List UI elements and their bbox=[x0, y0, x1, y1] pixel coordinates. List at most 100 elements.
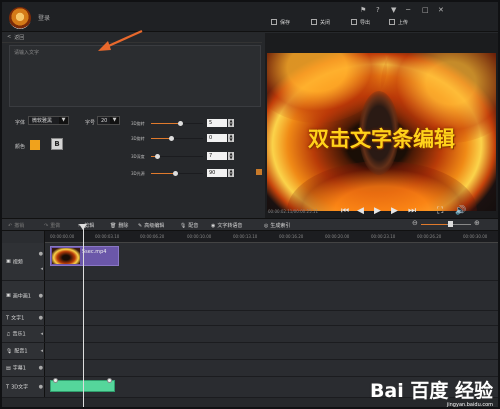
bold-button[interactable]: B bbox=[51, 138, 63, 150]
save-label: 保存 bbox=[280, 19, 291, 26]
track-name: 配音1 bbox=[14, 348, 28, 355]
spin-arrows-icon[interactable]: ▲ ▼ bbox=[228, 169, 234, 177]
slider-thumb[interactable] bbox=[168, 136, 174, 141]
slider-3d-rotate-1[interactable]: 3D旋转 5 ▲ ▼ bbox=[131, 119, 241, 128]
close-project-button[interactable]: 关闭 bbox=[311, 17, 330, 27]
preview-overlay-text: 双击文字条编辑 bbox=[308, 127, 455, 151]
track-subtitle[interactable]: ▤ 字幕1 ● bbox=[2, 360, 498, 377]
volume-icon[interactable]: ◂ bbox=[40, 348, 43, 354]
watermark-url: jingyan.baidu.com bbox=[446, 402, 493, 408]
track-name: 文字1 bbox=[11, 315, 25, 322]
watermark: Bai 百度 经验 bbox=[370, 377, 493, 403]
eye-icon[interactable]: ● bbox=[39, 384, 43, 390]
fullscreen-icon[interactable]: ⛶ bbox=[437, 206, 443, 217]
slider-thumb[interactable] bbox=[172, 171, 178, 176]
volume-icon[interactable]: ◂ bbox=[40, 331, 43, 337]
size-value: 20 bbox=[101, 117, 108, 124]
app-logo bbox=[9, 7, 31, 29]
playhead[interactable] bbox=[83, 224, 84, 407]
font-value: 微软雅黑 bbox=[32, 118, 53, 124]
zoom-thumb[interactable] bbox=[448, 221, 453, 227]
slider-value-input[interactable]: 90 bbox=[207, 169, 227, 177]
ruler-tick: 00:00:03.10 bbox=[95, 234, 120, 239]
track-pip[interactable]: ▣ 画中画1 ● bbox=[2, 281, 498, 311]
size-select[interactable]: 20 ▼ bbox=[97, 116, 120, 125]
baidu-logo-text: Bai 百度 经验 bbox=[369, 380, 493, 402]
zoom-out-icon[interactable]: ⊖ bbox=[412, 219, 418, 227]
minimize-icon[interactable]: ─ bbox=[406, 7, 410, 14]
next-frame-icon[interactable]: ▶ bbox=[391, 206, 398, 217]
text-to-speech-button[interactable]: ◉ 文字转语音 bbox=[211, 221, 242, 230]
speech-icon: ◉ bbox=[211, 222, 216, 229]
spin-arrows-icon[interactable]: ▲ ▼ bbox=[228, 134, 234, 142]
export-label: 导出 bbox=[360, 19, 371, 26]
keyframe-handle[interactable] bbox=[107, 378, 112, 383]
panel-scrollbar[interactable] bbox=[256, 169, 262, 175]
upload-button[interactable]: 上传 bbox=[389, 17, 408, 27]
advanced-edit-button[interactable]: ✎ 高级编辑 bbox=[138, 221, 164, 230]
slider-thumb[interactable] bbox=[155, 154, 161, 159]
help-icon[interactable]: ? bbox=[376, 7, 380, 14]
text-input[interactable]: 请输入文字 bbox=[9, 45, 261, 107]
subtitle-track-icon: ▤ bbox=[6, 365, 11, 371]
login-link[interactable]: 登录 bbox=[38, 13, 50, 22]
3d-text-track-icon: T bbox=[6, 384, 10, 390]
upload-icon bbox=[389, 19, 395, 25]
zoom-slider[interactable]: ⊖ ⊕ bbox=[412, 219, 484, 227]
redo-button[interactable]: ↷ 重做 bbox=[44, 221, 60, 230]
text-editor-panel: < 返回 请输入文字 字体 微软雅黑 ▼ 字号 20 ▼ 颜色 B 3D旋转 5… bbox=[2, 32, 262, 217]
delete-button[interactable]: 🗑 删除 bbox=[110, 221, 128, 230]
maximize-icon[interactable]: □ bbox=[422, 7, 429, 14]
slider-value-input[interactable]: 0 bbox=[207, 134, 227, 142]
chevron-down-icon: ▼ bbox=[110, 117, 119, 124]
eye-icon[interactable]: ● bbox=[39, 293, 43, 299]
step-forward-icon[interactable]: ⏭ bbox=[408, 206, 416, 217]
export-button[interactable]: 导出 bbox=[351, 17, 370, 27]
volume-icon[interactable]: 🔊 bbox=[455, 206, 466, 217]
spin-arrows-icon[interactable]: ▲ ▼ bbox=[228, 119, 234, 127]
spin-arrows-icon[interactable]: ▲ ▼ bbox=[228, 152, 234, 160]
play-icon[interactable]: ▶ bbox=[374, 206, 381, 217]
track-dub[interactable]: 🎙 配音1 ◂ bbox=[2, 343, 498, 360]
eye-icon[interactable]: ● bbox=[39, 315, 43, 321]
track-text[interactable]: T 文字1 ● bbox=[2, 311, 498, 326]
track-music[interactable]: ♫ 音乐1 ◂ bbox=[2, 326, 498, 343]
slider-3d-light[interactable]: 3D光源 90 ▲ ▼ bbox=[131, 169, 241, 178]
close-icon bbox=[311, 19, 317, 25]
zoom-in-icon[interactable]: ⊕ bbox=[474, 219, 480, 227]
menu-icon[interactable]: ▼ bbox=[391, 7, 396, 14]
close-window-icon[interactable]: ✕ bbox=[438, 7, 444, 14]
save-button[interactable]: 保存 bbox=[271, 17, 290, 27]
slider-3d-rotate-2[interactable]: 3D旋转 0 ▲ ▼ bbox=[131, 134, 241, 143]
slider-value-input[interactable]: 7 bbox=[207, 152, 227, 160]
generate-index-button[interactable]: ◎ 生成索引 bbox=[264, 221, 290, 230]
timeline-ruler[interactable]: 00:00:00.00 00:00:03.10 00:00:06.20 00:0… bbox=[45, 231, 498, 243]
color-swatch[interactable] bbox=[30, 140, 40, 150]
slider-value-input[interactable]: 5 bbox=[207, 119, 227, 127]
eye-icon[interactable]: ● bbox=[39, 251, 43, 257]
font-select[interactable]: 微软雅黑 ▼ bbox=[28, 116, 69, 125]
ruler-tick: 00:00:23.10 bbox=[371, 234, 396, 239]
pin-icon[interactable]: ⚑ bbox=[360, 7, 366, 14]
tts-label: 文字转语音 bbox=[217, 223, 243, 229]
ruler-tick: 00:00:13.10 bbox=[233, 234, 258, 239]
prev-frame-icon[interactable]: ◀ bbox=[357, 206, 364, 217]
delete-label: 删除 bbox=[118, 223, 129, 229]
ruler-tick: 00:00:00.00 bbox=[50, 234, 75, 239]
slider-3d-depth[interactable]: 3D深度 7 ▲ ▼ bbox=[131, 152, 241, 161]
step-back-icon[interactable]: ⏮ bbox=[341, 206, 349, 217]
keyframe-handle[interactable] bbox=[53, 378, 58, 383]
undo-button[interactable]: ↶ 撤销 bbox=[8, 221, 24, 230]
save-icon bbox=[271, 19, 277, 25]
redo-label: 重做 bbox=[50, 223, 61, 229]
video-preview[interactable]: 双击文字条编辑 bbox=[267, 53, 496, 211]
slider-thumb[interactable] bbox=[177, 121, 183, 126]
volume-icon[interactable]: ◂ bbox=[40, 266, 43, 272]
video-clip[interactable]: 5sec.mp4 bbox=[50, 246, 119, 266]
eye-icon[interactable]: ● bbox=[39, 365, 43, 371]
dub-button[interactable]: 🎙 配音 bbox=[180, 221, 198, 230]
timeline-toolbar: ↶ 撤销 ↷ 重做 ✂ 剪辑 🗑 删除 ✎ 高级编辑 🎙 配音 ◉ 文字转语音 ◎ 生成索引 ⊖… bbox=[2, 218, 498, 231]
chevron-left-icon: < bbox=[7, 34, 12, 40]
track-name: 画中画1 bbox=[12, 293, 31, 299]
redo-icon: ↷ bbox=[44, 222, 49, 229]
